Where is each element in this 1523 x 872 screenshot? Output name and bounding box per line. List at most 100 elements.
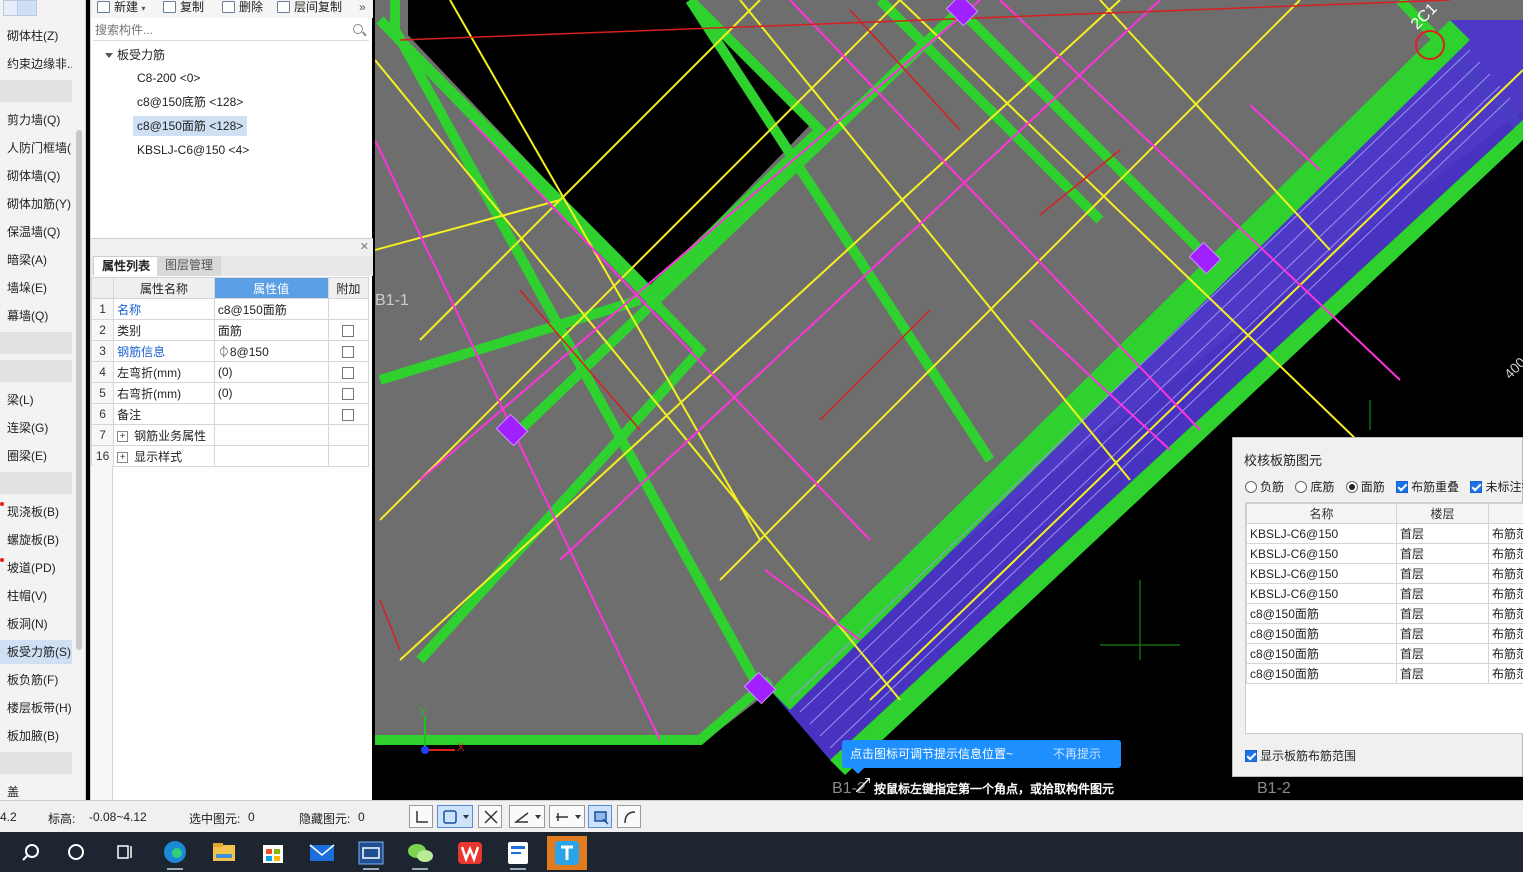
checkbox-unmarked[interactable]: 未标注钢 — [1470, 478, 1523, 495]
cross-button[interactable] — [478, 805, 502, 828]
expand-icon[interactable]: + — [117, 430, 129, 442]
checkbox-overlap[interactable]: 布筋重叠 — [1396, 478, 1459, 495]
rail-item[interactable]: 柱帽(V) — [0, 584, 72, 608]
tree-item[interactable]: c8@150底筋 <128> — [133, 92, 247, 112]
mail-icon[interactable] — [302, 836, 342, 870]
table-row[interactable]: 2 类别 面筋 — [90, 319, 370, 341]
rail-item[interactable]: 板洞(N) — [0, 612, 72, 636]
chevron-down-icon[interactable] — [535, 815, 541, 819]
panel-splitter[interactable]: ✕ — [91, 238, 373, 256]
tree-item[interactable]: C8-200 <0> — [133, 68, 204, 88]
rail-item[interactable]: 连梁(G) — [0, 416, 72, 440]
radio-bottom-rebar[interactable]: 底筋 — [1295, 478, 1334, 495]
snap-button[interactable] — [437, 805, 473, 828]
table-row[interactable]: KBSLJ-C6@150首层布筋范 — [1246, 563, 1523, 584]
search-input[interactable] — [93, 21, 343, 39]
edge-icon[interactable] — [155, 836, 195, 870]
table-row[interactable]: 5 右弯折(mm) (0) — [90, 382, 370, 404]
chevron-down-icon[interactable]: ▾ — [141, 4, 145, 13]
rail-item[interactable]: 盖 — [0, 780, 72, 800]
dynamic-input-button[interactable] — [588, 805, 612, 828]
search-icon[interactable] — [10, 836, 50, 870]
add-checkbox[interactable] — [342, 324, 355, 337]
table-row[interactable]: 7 + 钢筋业务属性 — [90, 424, 370, 446]
show-range-checkbox[interactable]: 显示板筋布筋范围 — [1245, 747, 1356, 764]
delete-button[interactable]: 删除 — [222, 0, 263, 18]
wechat-icon[interactable] — [400, 836, 440, 870]
chevron-down-icon[interactable] — [463, 815, 469, 819]
rail-item[interactable]: 现浇板(B) — [0, 500, 72, 524]
doc-icon[interactable] — [498, 836, 538, 870]
task-view-icon[interactable] — [104, 836, 144, 870]
rail-item[interactable]: 墙垛(E) — [0, 276, 72, 300]
rail-item[interactable]: 板负筋(F) — [0, 668, 72, 692]
tab-layer-manage[interactable]: 图层管理 — [157, 256, 222, 276]
cortana-icon[interactable] — [56, 836, 96, 870]
table-row[interactable]: KBSLJ-C6@150首层布筋范 — [1246, 523, 1523, 544]
table-row[interactable]: 6 备注 — [90, 403, 370, 425]
copy-button[interactable]: 复制 — [163, 0, 204, 18]
prop-value-input[interactable]: ⏀8@150 — [213, 340, 329, 362]
prop-value-input[interactable]: (0) — [213, 382, 329, 404]
dont-show-again-link[interactable]: 不再提示 — [1053, 740, 1101, 768]
table-row[interactable]: c8@150面筋首层布筋范 — [1246, 663, 1523, 684]
table-row[interactable]: KBSLJ-C6@150首层布筋范 — [1246, 583, 1523, 604]
tip-bubble[interactable]: 点击图标可调节提示信息位置~ 不再提示 — [842, 740, 1121, 774]
rail-item[interactable]: 圈梁(E) — [0, 444, 72, 468]
rail-item[interactable]: 人防门框墙( — [0, 136, 72, 160]
chevron-down-icon[interactable] — [575, 815, 581, 819]
radio-top-rebar[interactable]: 面筋 — [1345, 478, 1385, 495]
tab-property-list[interactable]: 属性列表 — [93, 256, 160, 276]
table-row[interactable]: c8@150面筋首层布筋范 — [1246, 603, 1523, 624]
rail-item[interactable]: 楼层板带(H) — [0, 696, 72, 720]
table-row[interactable]: c8@150面筋首层布筋范 — [1246, 623, 1523, 644]
table-row[interactable]: 16 + 显示样式 — [90, 445, 370, 467]
tree-item-selected[interactable]: c8@150面筋 <128> — [133, 116, 248, 136]
table-row[interactable]: 3 钢筋信息 ⏀8@150 — [90, 340, 370, 362]
table-row[interactable]: 1 名称 c8@150面筋 — [90, 298, 370, 320]
wps-icon[interactable] — [450, 836, 490, 870]
expand-icon[interactable] — [105, 53, 113, 58]
radio-negative-rebar[interactable]: 负筋 — [1245, 478, 1284, 495]
table-row[interactable]: KBSLJ-C6@150首层布筋范 — [1246, 543, 1523, 564]
tree-view-icon[interactable] — [17, 0, 37, 16]
add-checkbox[interactable] — [342, 408, 355, 421]
rail-item[interactable]: 保温墙(Q) — [0, 220, 72, 244]
rail-item[interactable]: 砌体加筋(Y) — [0, 192, 72, 216]
add-checkbox[interactable] — [342, 345, 355, 358]
add-checkbox[interactable] — [342, 366, 355, 379]
cad-icon[interactable] — [351, 836, 391, 870]
rail-item[interactable]: 板加腋(B) — [0, 724, 72, 748]
tree-item[interactable]: KBSLJ-C6@150 <4> — [133, 140, 253, 160]
rail-item[interactable]: 梁(L) — [0, 388, 72, 412]
rail-scrollbar[interactable] — [76, 130, 82, 650]
new-button[interactable]: 新建 ▾ — [97, 0, 145, 18]
expand-icon[interactable]: + — [117, 451, 129, 463]
rail-item[interactable]: 砌体墙(Q) — [0, 164, 72, 188]
add-checkbox[interactable] — [342, 387, 355, 400]
prop-value-input[interactable]: 面筋 — [213, 319, 329, 341]
close-icon[interactable]: ✕ — [360, 240, 369, 253]
prop-value-input[interactable] — [213, 403, 329, 425]
rail-item[interactable]: 坡道(PD) — [0, 556, 72, 580]
rail-item[interactable]: 板受力筋(S) — [0, 640, 72, 664]
rail-item[interactable]: 幕墙(Q) — [0, 304, 72, 328]
prop-value-input[interactable]: (0) — [213, 361, 329, 383]
table-row[interactable]: c8@150面筋首层布筋范 — [1246, 643, 1523, 664]
offset-button[interactable] — [549, 805, 585, 828]
rail-item[interactable]: 暗梁(A) — [0, 248, 72, 272]
t-app-icon[interactable] — [547, 836, 587, 870]
ortho-button[interactable] — [409, 805, 433, 828]
prop-value-input[interactable]: c8@150面筋 — [213, 298, 329, 320]
rail-item[interactable]: 砌体柱(Z) — [0, 24, 72, 48]
rail-item[interactable]: 螺旋板(B) — [0, 528, 72, 552]
table-row[interactable]: 4 左弯折(mm) (0) — [90, 361, 370, 383]
rail-item[interactable]: 约束边缘非... — [0, 52, 72, 76]
floor-copy-button[interactable]: 层间复制 — [277, 0, 342, 18]
more-tools-icon[interactable]: » — [359, 0, 366, 18]
curve-button[interactable] — [617, 805, 641, 828]
tree-root[interactable]: 板受力筋 — [105, 46, 165, 63]
rail-item[interactable]: 剪力墙(Q) — [0, 108, 72, 132]
search-icon[interactable] — [353, 24, 363, 34]
explorer-icon[interactable] — [204, 836, 244, 870]
